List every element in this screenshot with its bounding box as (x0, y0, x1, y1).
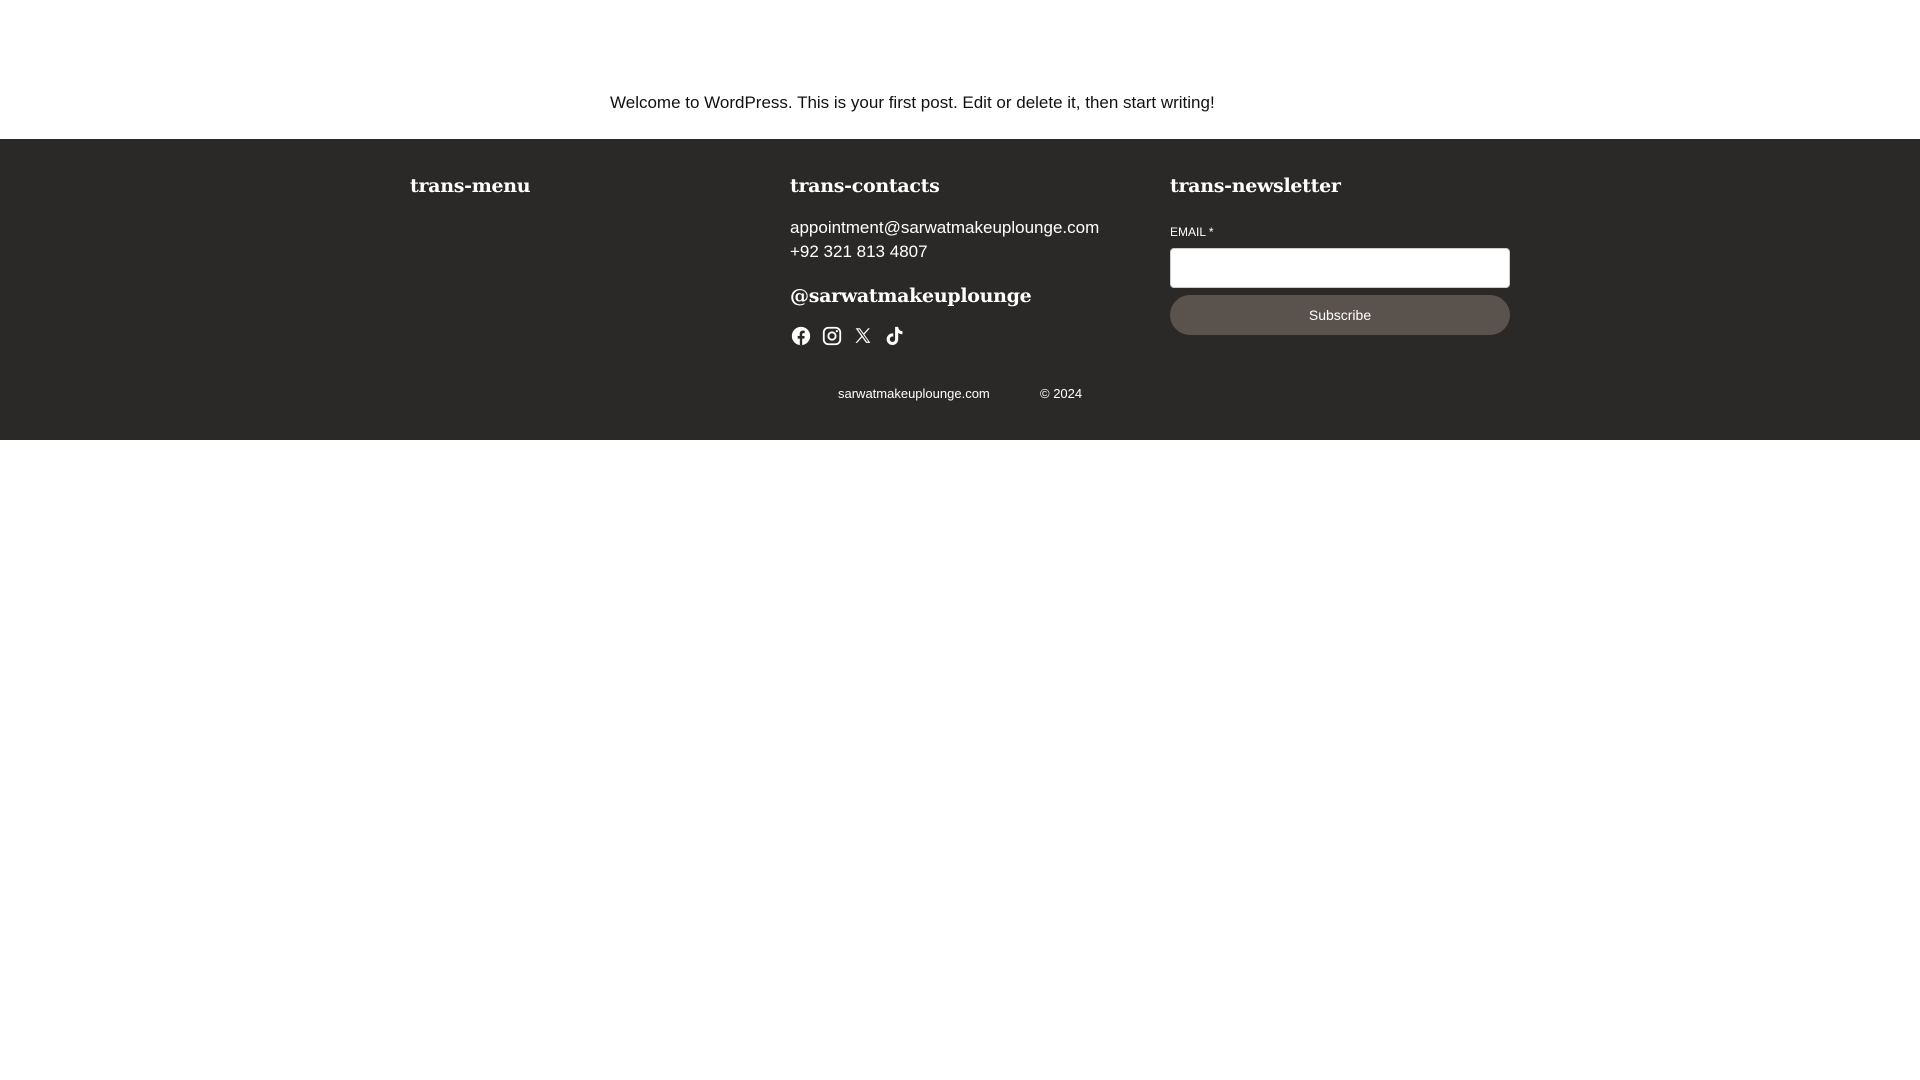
menu-title: trans-menu (410, 175, 531, 197)
social-links (790, 325, 905, 347)
newsletter-title: trans-newsletter (1170, 175, 1341, 197)
contacts-title: trans-contacts (790, 175, 940, 197)
tiktok-link[interactable] (883, 325, 905, 347)
instagram-link[interactable] (821, 325, 843, 347)
post-text: Welcome to WordPress. This is your first… (610, 93, 1215, 112)
facebook-icon (791, 326, 811, 346)
x-icon (855, 328, 871, 343)
tiktok-icon (886, 326, 903, 345)
contact-phone-link[interactable]: +92 321 813 4807 (790, 240, 928, 264)
facebook-link[interactable] (790, 325, 812, 347)
social-handle: @sarwatmakeuplounge (790, 285, 1032, 307)
x-link[interactable] (852, 325, 874, 347)
site-footer: trans-menu trans-contacts appointment@sa… (0, 139, 1920, 440)
post-content: Welcome to WordPress. This is your first… (0, 0, 1920, 139)
email-label: EMAIL * (1170, 225, 1214, 239)
subscribe-button[interactable]: Subscribe (1170, 295, 1510, 335)
email-input[interactable] (1170, 248, 1510, 288)
site-link[interactable]: sarwatmakeuplounge.com (838, 385, 990, 403)
instagram-icon (822, 326, 842, 346)
contact-email-link[interactable]: appointment@sarwatmakeuplounge.com (790, 216, 1099, 240)
copyright-text: © 2024 (1040, 386, 1083, 401)
